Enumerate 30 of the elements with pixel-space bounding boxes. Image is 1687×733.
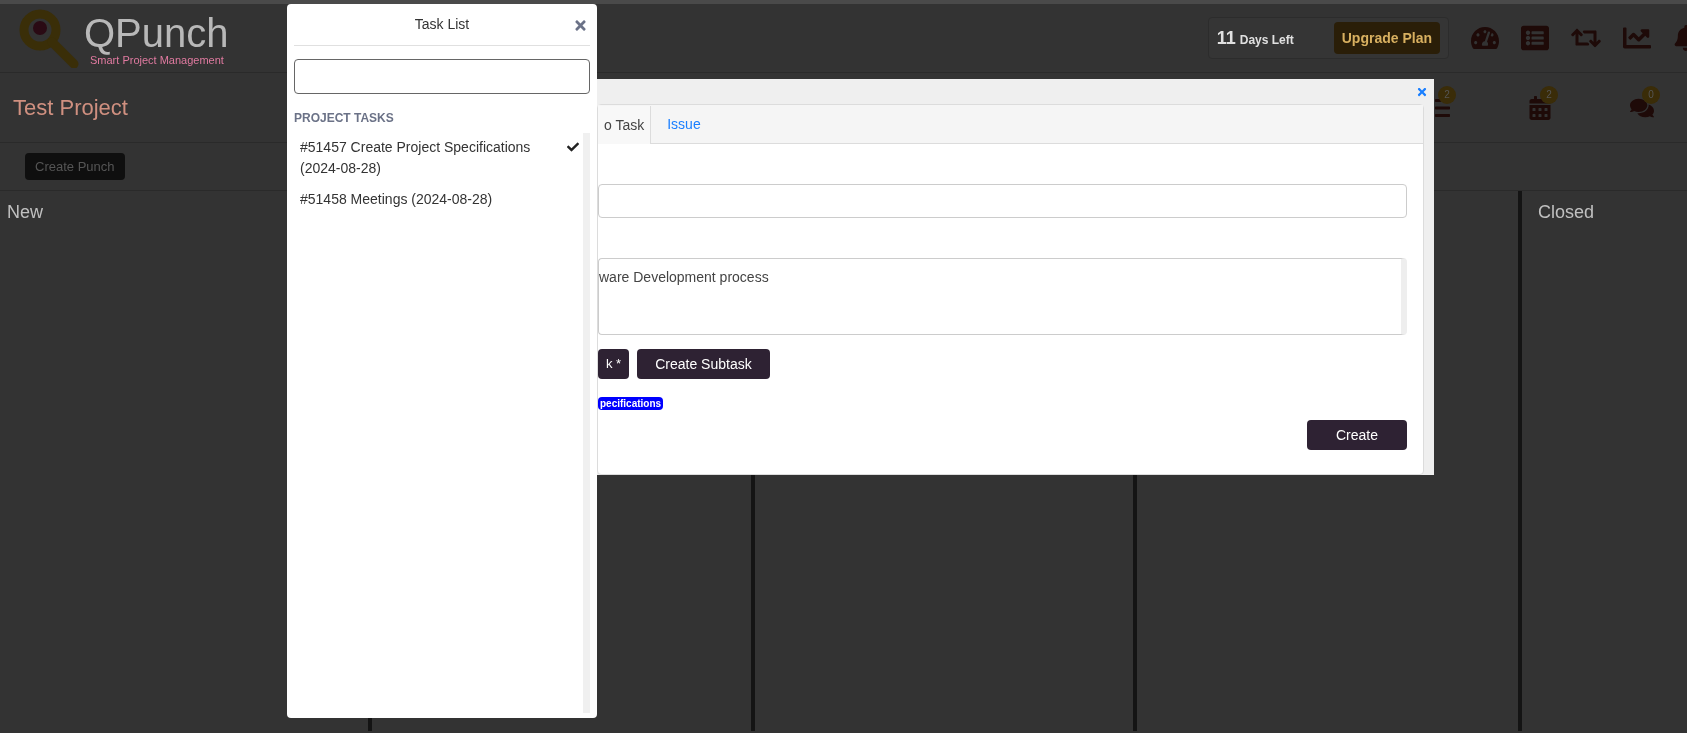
logo-tagline: Smart Project Management bbox=[90, 54, 224, 66]
tab[interactable]: Issue bbox=[651, 105, 717, 143]
list-icon[interactable] bbox=[1521, 24, 1549, 52]
count-badge: 2 bbox=[1438, 85, 1456, 104]
task-list-item[interactable]: #51457 Create Project Specifications (2024-08-28) bbox=[294, 137, 583, 179]
task-action-button[interactable]: Create Subtask bbox=[637, 349, 770, 379]
name-input-field[interactable] bbox=[598, 184, 1407, 218]
magnifier-logo-icon bbox=[18, 8, 80, 68]
logo-name: QPunch bbox=[84, 10, 229, 55]
close-icon[interactable] bbox=[1416, 85, 1428, 98]
search-field[interactable] bbox=[294, 59, 590, 94]
section-heading: PROJECT TASKS bbox=[294, 110, 395, 127]
description-text-area[interactable]: ware Development process bbox=[598, 258, 1407, 335]
create-button[interactable]: Create bbox=[1307, 420, 1407, 450]
count-badge: 0 bbox=[1642, 85, 1660, 104]
column-title: New bbox=[7, 202, 43, 222]
project-title: Test Project bbox=[13, 94, 128, 122]
task-list-item[interactable]: #51458 Meetings (2024-08-28) bbox=[294, 189, 583, 210]
tab[interactable]: o Task bbox=[598, 106, 652, 144]
panel-title: Task List bbox=[414, 15, 470, 34]
upgrade-plan-button[interactable]: Upgrade Plan bbox=[1333, 22, 1440, 54]
selected-task-tag: pecifications bbox=[598, 397, 664, 410]
check-icon bbox=[567, 141, 579, 153]
days-label: Days Left bbox=[1239, 31, 1294, 49]
dashboard-gauge-icon[interactable] bbox=[1471, 24, 1499, 52]
task-action-button[interactable]: k * bbox=[598, 349, 630, 379]
days-count: 11 bbox=[1216, 26, 1236, 50]
close-icon[interactable] bbox=[573, 18, 588, 33]
count-badge: 2 bbox=[1540, 85, 1558, 104]
column-title: Closed bbox=[1538, 202, 1595, 222]
